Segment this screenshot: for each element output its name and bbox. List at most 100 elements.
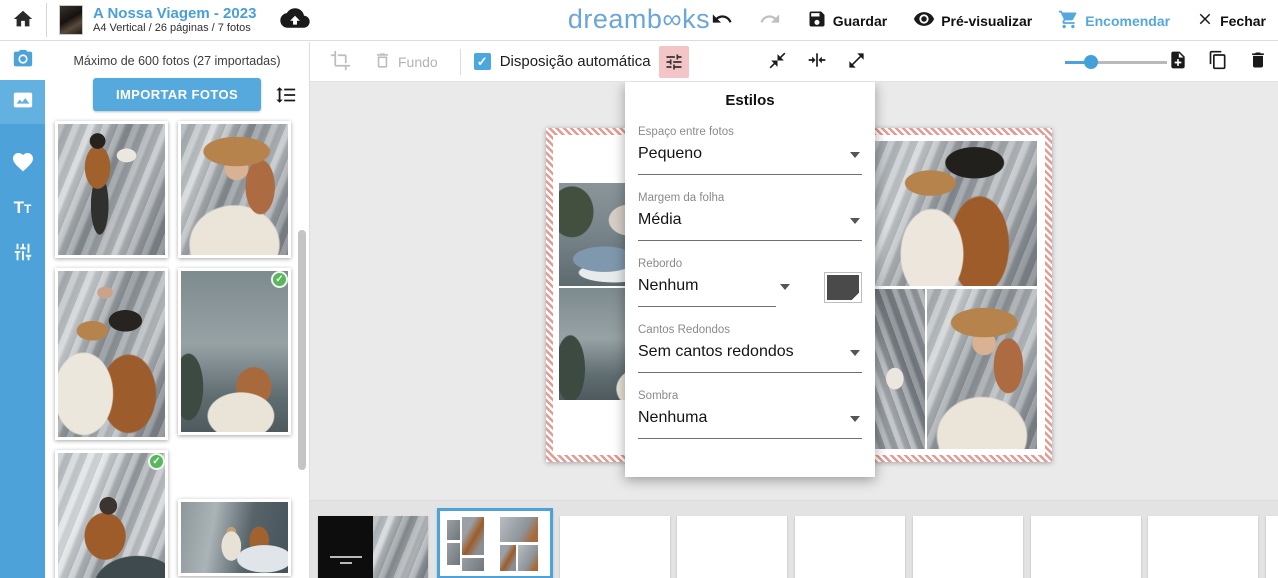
photo-grid: ✓ ✓ bbox=[45, 121, 309, 578]
field-sheet-margin[interactable]: Margem da folha Média bbox=[638, 192, 862, 241]
canvas: Estilos Espaço entre fotos Pequeno Marge… bbox=[310, 82, 1278, 500]
field-rounded-corners[interactable]: Cantos Redondos Sem cantos redondos bbox=[638, 324, 862, 373]
copy-icon bbox=[1208, 50, 1228, 73]
background-label: Fundo bbox=[398, 54, 438, 70]
sidebar-item-camera[interactable] bbox=[0, 43, 45, 79]
auto-layout-checkbox[interactable]: ✓ bbox=[474, 53, 491, 70]
spread-photo-stairs[interactable] bbox=[873, 289, 925, 449]
editor-toolbar: Fundo ✓ Disposição automática bbox=[310, 42, 1278, 82]
redo-icon bbox=[759, 8, 781, 33]
photo-image bbox=[181, 502, 288, 573]
home-button[interactable] bbox=[12, 8, 34, 33]
photo-thumbnail-man-leaning-on-rocks[interactable] bbox=[55, 121, 168, 258]
image-icon bbox=[12, 89, 34, 116]
spread-photo-couple[interactable] bbox=[873, 141, 1037, 286]
book-title: A Nossa Viagem - 2023 bbox=[93, 5, 256, 22]
chevron-down-icon bbox=[850, 350, 860, 356]
delete-page-button[interactable] bbox=[1248, 50, 1268, 73]
page-thumbnail-empty[interactable] bbox=[795, 516, 905, 578]
top-bar: A Nossa Viagem - 2023 A4 Vertical / 26 p… bbox=[0, 0, 1278, 41]
photo-image bbox=[58, 453, 165, 578]
redo-button[interactable] bbox=[759, 8, 781, 33]
cover-back bbox=[373, 516, 428, 578]
save-button[interactable]: Guardar bbox=[807, 9, 887, 32]
page-thumbnail-empty[interactable] bbox=[1148, 516, 1258, 578]
photo-thumbnail-man-in-boat[interactable]: ✓ bbox=[55, 450, 168, 578]
page-thumbnail-spread-selected[interactable] bbox=[437, 508, 553, 578]
app-window: A Nossa Viagem - 2023 A4 Vertical / 26 p… bbox=[0, 0, 1278, 578]
crop-icon bbox=[330, 50, 351, 74]
chevron-down-icon bbox=[780, 284, 790, 290]
photo-image bbox=[58, 124, 165, 255]
border-color-swatch[interactable] bbox=[824, 272, 862, 303]
background-delete-group[interactable]: Fundo bbox=[373, 51, 438, 73]
page-thumbnail-empty[interactable] bbox=[560, 516, 670, 578]
photo-used-check-icon: ✓ bbox=[148, 453, 165, 470]
book-info: A Nossa Viagem - 2023 A4 Vertical / 26 p… bbox=[93, 5, 256, 35]
photo-thumbnail-woman-by-lake[interactable]: ✓ bbox=[178, 268, 291, 435]
cloud-sync-icon bbox=[280, 7, 310, 34]
layout-styles-button[interactable] bbox=[659, 46, 689, 78]
photo-thumbnail-couple-selfie[interactable] bbox=[55, 268, 168, 440]
photo-thumbnail-couple-in-rowboat[interactable] bbox=[178, 499, 291, 576]
main-area: Fundo ✓ Disposição automática bbox=[310, 42, 1278, 578]
sidebar-item-text[interactable]: TT bbox=[0, 186, 45, 230]
dreambooks-logo: dreamb∞ks bbox=[568, 4, 710, 35]
chevron-down-icon bbox=[850, 218, 860, 224]
preview-button[interactable]: Pré-visualizar bbox=[913, 8, 1032, 33]
delete-icon bbox=[1248, 50, 1268, 73]
book-cover-thumbnail bbox=[59, 5, 83, 35]
photo-image bbox=[181, 271, 288, 432]
save-icon bbox=[807, 9, 827, 32]
expand-diagonal-icon bbox=[847, 51, 866, 73]
app-body: TT Máximo de 600 fotos (27 importadas) I… bbox=[0, 42, 1278, 578]
page-thumbnail-empty[interactable] bbox=[677, 516, 787, 578]
order-button[interactable]: Encomendar bbox=[1058, 9, 1170, 33]
undo-icon bbox=[711, 8, 733, 33]
duplicate-page-button[interactable] bbox=[1208, 50, 1228, 73]
photo-panel-scrollbar[interactable] bbox=[298, 230, 306, 470]
zoom-slider[interactable] bbox=[1065, 55, 1167, 69]
field-shadow[interactable]: Sombra Nenhuma bbox=[638, 390, 862, 439]
cover-front bbox=[318, 516, 373, 578]
collapse-horizontal-icon bbox=[807, 50, 827, 73]
auto-layout-label: Disposição automática bbox=[500, 53, 651, 70]
field-photo-spacing[interactable]: Espaço entre fotos Pequeno bbox=[638, 126, 862, 175]
cart-icon bbox=[1058, 9, 1079, 33]
divider bbox=[46, 3, 47, 37]
spread-photo-woman-with-hat[interactable] bbox=[927, 289, 1037, 449]
sidebar-item-photos[interactable] bbox=[0, 80, 45, 124]
page-thumbnail-empty[interactable] bbox=[913, 516, 1023, 578]
slider-thumb[interactable] bbox=[1084, 55, 1098, 69]
page-thumbnail-empty[interactable] bbox=[1266, 516, 1278, 578]
sidebar-rail: TT bbox=[0, 42, 45, 578]
collapse-horizontal-button[interactable] bbox=[807, 50, 827, 73]
book-meta: A4 Vertical / 26 páginas / 7 fotos bbox=[93, 22, 256, 35]
heart-icon bbox=[11, 150, 35, 179]
close-button[interactable]: Fechar bbox=[1196, 10, 1266, 31]
home-icon bbox=[12, 8, 34, 33]
page-thumbnail-cover[interactable] bbox=[318, 516, 428, 578]
import-photos-button[interactable]: IMPORTAR FOTOS bbox=[93, 78, 261, 111]
pages-strip bbox=[310, 500, 1278, 578]
crop-button[interactable] bbox=[330, 50, 351, 74]
sidebar-item-favorites[interactable] bbox=[0, 142, 45, 186]
add-page-icon bbox=[1168, 50, 1188, 73]
page-thumbnail-empty[interactable] bbox=[1031, 516, 1141, 578]
sliders-icon bbox=[12, 241, 34, 263]
photo-used-check-icon: ✓ bbox=[271, 271, 288, 288]
expand-diagonal-button[interactable] bbox=[847, 51, 866, 73]
undo-button[interactable] bbox=[711, 8, 733, 33]
sort-photos-icon[interactable] bbox=[275, 84, 297, 106]
photo-thumbnail-woman-with-hat[interactable] bbox=[178, 121, 291, 258]
add-page-button[interactable] bbox=[1168, 50, 1188, 73]
text-tool-icon: TT bbox=[14, 198, 32, 218]
camera-icon bbox=[12, 48, 34, 75]
swatch-color bbox=[827, 275, 859, 300]
photo-limit-label: Máximo de 600 fotos (27 importadas) bbox=[45, 54, 309, 68]
collapse-diagonal-button[interactable] bbox=[768, 51, 787, 73]
sidebar-item-styles[interactable] bbox=[0, 230, 45, 274]
chevron-down-icon bbox=[850, 416, 860, 422]
photo-library-panel: Máximo de 600 fotos (27 importadas) IMPO… bbox=[45, 42, 310, 578]
field-border[interactable]: Rebordo Nenhum bbox=[638, 258, 862, 307]
